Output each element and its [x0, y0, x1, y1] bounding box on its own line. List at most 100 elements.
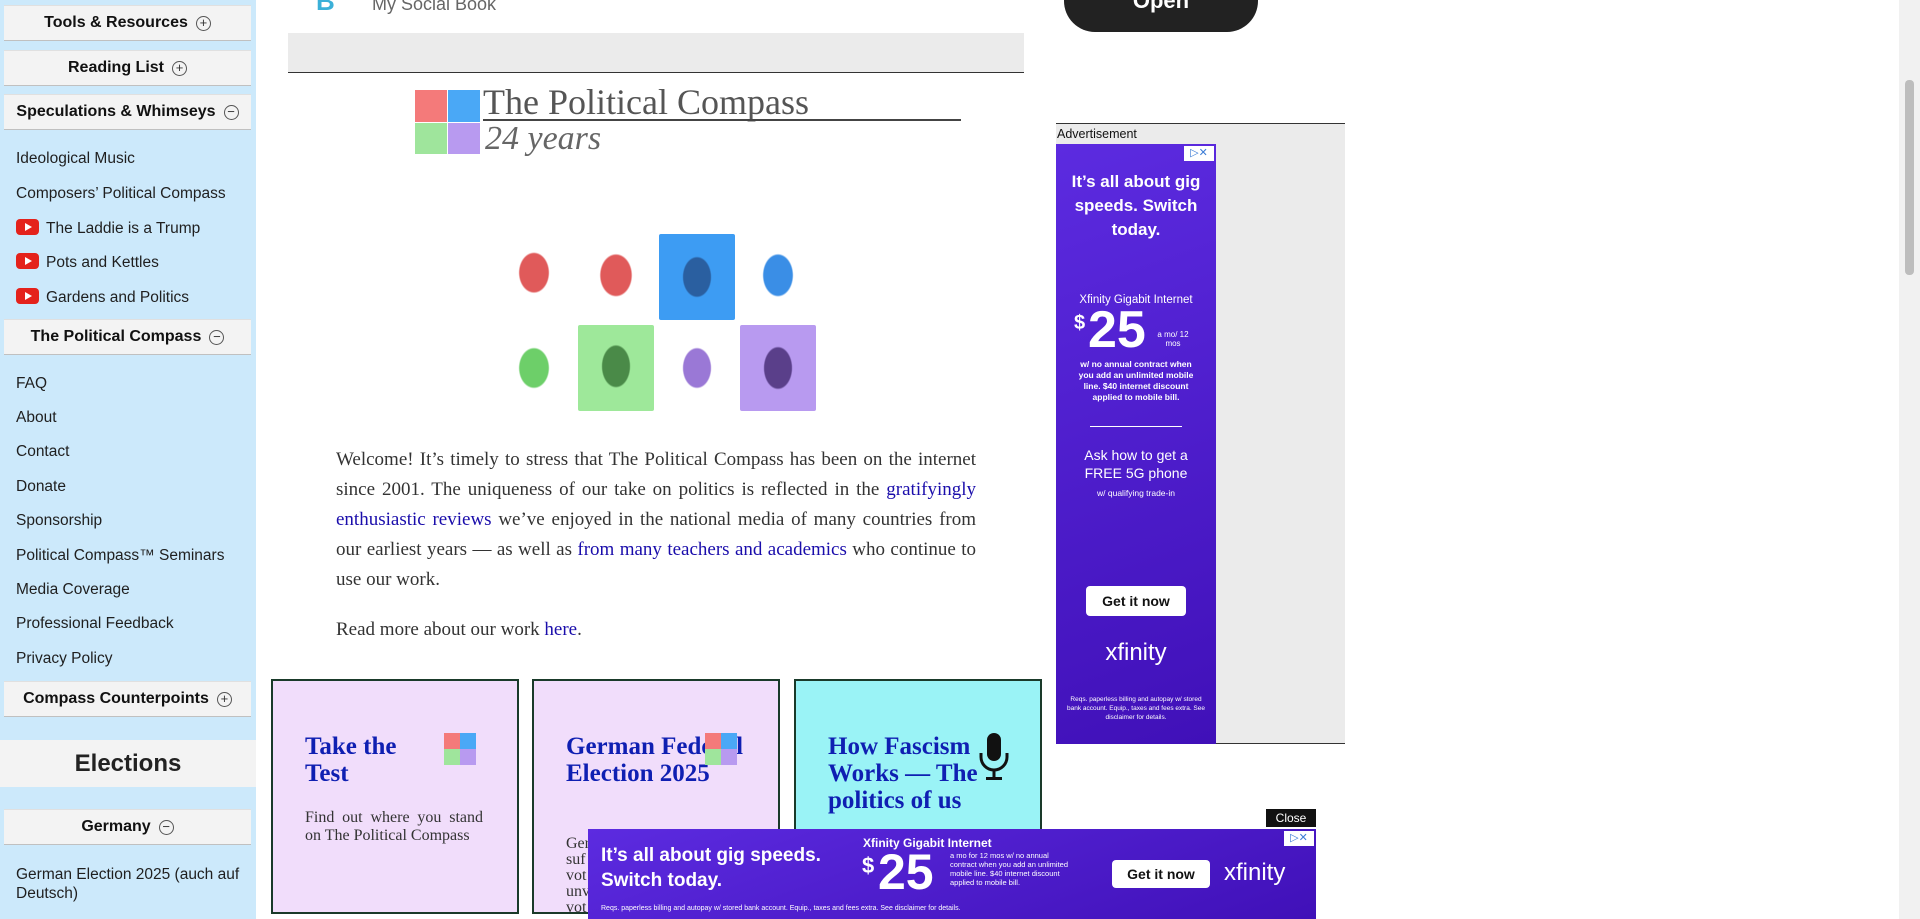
price-symbol: $	[1074, 312, 1086, 334]
section-label: Compass Counterpoints	[23, 690, 209, 707]
ad-disclaimer: Reqs. paperless billing and autopay w/ s…	[1066, 696, 1206, 721]
ad-choices-icon[interactable]: ▷✕	[1184, 146, 1214, 161]
sidebar-item-composers-compass[interactable]: Composers’ Political Compass	[16, 185, 226, 203]
logo-title: The Political Compass	[483, 82, 809, 122]
ad-offer-note: w/ qualifying trade-in	[1097, 488, 1175, 498]
expand-plus-icon[interactable]: +	[216, 691, 232, 707]
sidebar-item-gardens-politics[interactable]: Gardens and Politics	[16, 288, 189, 307]
section-compass-counterpoints[interactable]: Compass Counterpoints +	[4, 681, 251, 717]
section-label: The Political Compass	[30, 328, 202, 345]
ad-offer: Ask how to get a FREE 5G phone	[1084, 447, 1188, 481]
bottom-ad-banner[interactable]: ▷✕ It’s all about gig speeds. Switch tod…	[588, 829, 1316, 919]
card-title: How Fascism Works — The politics of us	[828, 733, 978, 814]
read-more-paragraph: Read more about our work here.	[336, 615, 976, 645]
expand-plus-icon[interactable]: +	[195, 15, 211, 31]
intro-text: Welcome! It’s timely to stress that The …	[336, 449, 976, 500]
collapse-minus-icon[interactable]: −	[223, 104, 239, 120]
collapse-minus-icon[interactable]: −	[209, 329, 225, 345]
sidebar-item-about[interactable]: About	[16, 409, 57, 427]
ad-headline: It’s all about gig speeds. Switch today.	[601, 845, 821, 891]
teachers-link[interactable]: from many teachers and academics	[577, 539, 847, 560]
header-bar	[288, 33, 1024, 73]
sidebar-item-label: The Laddie is a Trump	[46, 220, 201, 237]
logo-subtitle: 24 years	[485, 120, 602, 157]
sidebar-item-privacy-policy[interactable]: Privacy Policy	[16, 650, 112, 668]
ad-cta-button[interactable]: Get it now	[1112, 860, 1210, 888]
price-note: a mo for 12 mos w/ no annual contract wh…	[950, 851, 1068, 887]
ad-container: Advertisement ▷✕ It’s all about gig spee…	[1056, 123, 1345, 744]
price-note: a mo/ 12 mos	[1157, 330, 1189, 348]
close-ad-button[interactable]: Close	[1266, 809, 1316, 827]
open-button-label: Open	[1132, 0, 1190, 13]
microphone-icon	[979, 733, 1009, 780]
card-text: Find out where you stand on The Politica…	[305, 809, 483, 844]
sidebar-item-label: Gardens and Politics	[46, 289, 190, 306]
intro-paragraph: Welcome! It’s timely to stress that The …	[336, 445, 976, 595]
compass-mini-icon	[444, 733, 476, 765]
sidebar-item-seminars[interactable]: Political Compass™ Seminars	[16, 547, 224, 565]
xfinity-logo: xfinity	[1224, 859, 1286, 886]
compass-mini-icon	[705, 733, 737, 765]
portrait-image	[496, 234, 572, 320]
portrait-image	[659, 234, 735, 320]
sidebar-item-professional-feedback[interactable]: Professional Feedback	[16, 615, 174, 633]
ad-cta-button[interactable]: Get it now	[1086, 586, 1186, 616]
price-value: 25	[878, 844, 934, 900]
ad-price: $ 25 a mo/ 12 mos	[1072, 301, 1202, 359]
portrait-image	[578, 234, 654, 320]
site-logo[interactable]: The Political Compass 24 years	[415, 82, 965, 168]
portrait-image	[496, 325, 572, 411]
card-title: Take the Test	[305, 733, 397, 787]
portrait-image	[578, 325, 654, 411]
youtube-icon	[16, 219, 39, 235]
advertisement-label: Advertisement	[1057, 127, 1137, 141]
partial-social-link[interactable]: My Social Book	[372, 0, 496, 15]
section-germany[interactable]: Germany −	[4, 809, 251, 845]
collapse-minus-icon[interactable]: −	[158, 819, 174, 835]
portraits-grid	[496, 234, 818, 412]
sidebar-item-laddie-trump[interactable]: The Laddie is a Trump	[16, 219, 200, 238]
read-more-text: Read more about our work	[336, 619, 545, 640]
here-link[interactable]: here	[544, 619, 577, 640]
sidebar-item-label: Pots and Kettles	[46, 254, 159, 271]
section-political-compass[interactable]: The Political Compass −	[4, 319, 251, 355]
sidebar-item-contact[interactable]: Contact	[16, 443, 69, 461]
open-button[interactable]: Open	[1064, 0, 1258, 32]
xfinity-logo: xfinity	[1105, 639, 1167, 666]
section-speculations[interactable]: Speculations & Whimseys −	[4, 94, 251, 130]
portrait-image	[659, 325, 735, 411]
section-label: Speculations & Whimseys	[16, 103, 216, 120]
ad-choices-icon[interactable]: ▷✕	[1284, 831, 1314, 846]
section-label: Tools & Resources	[44, 14, 188, 31]
sidebar: Tools & Resources + Reading List + Specula…	[0, 0, 256, 919]
price-symbol: $	[862, 853, 875, 878]
ad-disclaimer: Reqs. paperless billing and autopay w/ s…	[601, 905, 961, 912]
sidebar-item-pots-kettles[interactable]: Pots and Kettles	[16, 253, 159, 272]
sidebar-item-ideological-music[interactable]: Ideological Music	[16, 150, 135, 168]
expand-plus-icon[interactable]: +	[172, 60, 187, 76]
compass-logo-icon	[415, 90, 480, 154]
section-tools-resources[interactable]: Tools & Resources +	[4, 5, 251, 41]
sidebar-item-sponsorship[interactable]: Sponsorship	[16, 512, 102, 530]
portrait-image	[740, 325, 816, 411]
scrollbar-thumb[interactable]	[1905, 80, 1914, 275]
sidebar-item-media-coverage[interactable]: Media Coverage	[16, 581, 130, 599]
section-label: Reading List	[67, 59, 164, 76]
sidebar-item-german-election-2025[interactable]: German Election 2025 (auch auf Deutsch)	[16, 865, 252, 903]
read-more-text: .	[577, 619, 582, 640]
youtube-icon	[16, 288, 39, 304]
ad-fine-print: w/ no annual contract when you add an un…	[1078, 359, 1194, 402]
portrait-image	[740, 234, 816, 320]
ad-headline: It’s all about gig speeds. Switch today.	[1071, 172, 1201, 239]
section-reading-list[interactable]: Reading List +	[4, 50, 251, 86]
partial-logo-icon: B	[316, 0, 335, 16]
youtube-icon	[16, 253, 39, 269]
price-value: 25	[1088, 301, 1146, 359]
sidebar-item-faq[interactable]: FAQ	[16, 375, 47, 393]
section-label: Germany	[81, 818, 151, 835]
ad-divider	[1090, 426, 1182, 427]
card-take-test[interactable]: Take the Test Find out where you stand o…	[271, 679, 519, 914]
side-ad-banner[interactable]: ▷✕ It’s all about gig speeds. Switch tod…	[1056, 144, 1216, 744]
elections-heading: Elections	[0, 740, 256, 787]
sidebar-item-donate[interactable]: Donate	[16, 478, 66, 496]
